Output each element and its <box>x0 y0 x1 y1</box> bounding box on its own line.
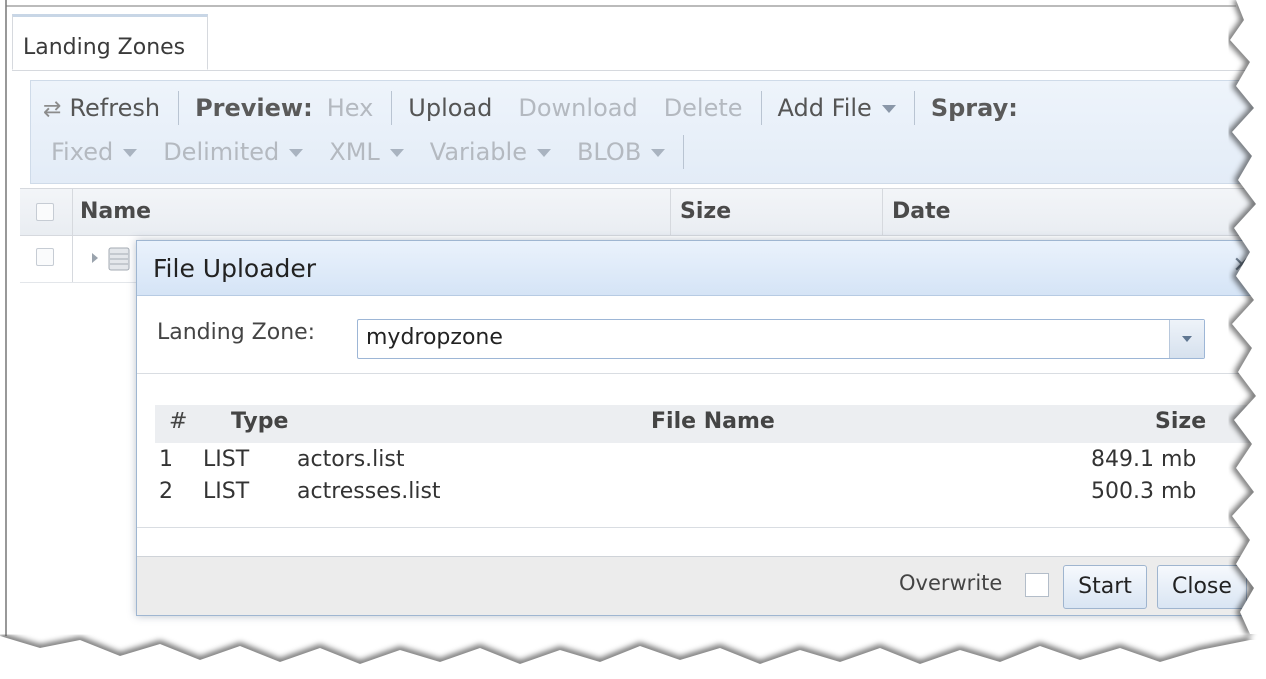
delimited-label: Delimited <box>163 138 280 166</box>
divider <box>137 527 1266 528</box>
column-divider <box>72 236 73 282</box>
row-filename: actresses.list <box>297 479 441 504</box>
toolbar-row-2: Fixed Delimited XML Variable BLOB <box>51 129 700 175</box>
toolbar: ⇄ Refresh Preview: Hex Upload Download De… <box>30 80 1266 184</box>
fixed-label: Fixed <box>51 138 114 166</box>
spray-blob-button[interactable]: BLOB <box>576 138 666 166</box>
dropdown-button[interactable] <box>1169 320 1204 358</box>
spray-fixed-button[interactable]: Fixed <box>51 138 138 166</box>
app-frame: Landing Zones ⇄ Refresh Preview: Hex Uplo… <box>0 0 1266 679</box>
toolbar-separator <box>683 135 685 169</box>
chevron-down-icon <box>389 149 404 157</box>
dialog-title[interactable]: File Uploader <box>137 241 1266 296</box>
chevron-down-icon <box>123 149 138 157</box>
column-divider <box>670 189 671 235</box>
delete-button[interactable]: Delete <box>664 94 743 122</box>
start-button[interactable]: Start <box>1063 565 1147 609</box>
row-checkbox[interactable] <box>36 248 54 266</box>
row-size: 849.1 mb <box>1091 447 1197 472</box>
column-header-name[interactable]: Name <box>80 189 151 235</box>
toolbar-separator <box>391 91 393 125</box>
refresh-button[interactable]: ⇄ Refresh <box>43 94 160 122</box>
row-size: 500.3 mb <box>1091 479 1197 504</box>
hex-button[interactable]: Hex <box>327 94 374 122</box>
table-row[interactable]: 1 LIST actors.list 849.1 mb <box>155 447 1265 477</box>
refresh-label: Refresh <box>69 94 161 122</box>
refresh-icon: ⇄ <box>43 97 62 122</box>
row-type: LIST <box>203 479 250 504</box>
expander-arrow-icon[interactable] <box>92 253 98 263</box>
spray-delimited-button[interactable]: Delimited <box>163 138 304 166</box>
toolbar-row-1: ⇄ Refresh Preview: Hex Upload Download De… <box>43 85 1044 131</box>
variable-label: Variable <box>429 138 527 166</box>
upload-button[interactable]: Upload <box>408 94 492 122</box>
file-table-header: # Type File Name Size <box>155 405 1265 443</box>
spray-variable-button[interactable]: Variable <box>430 138 551 166</box>
landing-zone-value: mydropzone <box>366 325 503 350</box>
column-header-number: # <box>169 409 188 434</box>
preview-label: Preview: <box>195 94 313 122</box>
add-file-button[interactable]: Add File <box>778 94 896 122</box>
dialog-footer: Overwrite Start Close <box>137 556 1266 615</box>
close-icon[interactable]: ✕ <box>1233 253 1251 278</box>
landing-zone-label: Landing Zone: <box>157 320 316 345</box>
file-uploader-dialog: File Uploader ✕ Landing Zone: mydropzone… <box>136 240 1266 616</box>
grid-header: Name Size Date <box>20 188 1266 236</box>
spray-label: Spray: <box>930 94 1018 122</box>
column-header-filename: File Name <box>651 409 775 434</box>
overwrite-label: Overwrite <box>899 571 1003 595</box>
database-icon <box>108 247 130 271</box>
toolbar-separator <box>760 91 762 125</box>
spray-xml-button[interactable]: XML <box>329 138 404 166</box>
column-divider <box>882 189 883 235</box>
column-header-size: Size <box>1155 409 1207 434</box>
chevron-down-icon <box>1182 336 1192 342</box>
column-header-date[interactable]: Date <box>892 189 951 235</box>
close-button[interactable]: Close <box>1157 565 1247 609</box>
row-number: 2 <box>159 479 173 504</box>
chevron-down-icon <box>881 105 896 113</box>
toolbar-separator <box>178 91 180 125</box>
chevron-down-icon <box>289 149 304 157</box>
overwrite-checkbox[interactable] <box>1025 573 1049 597</box>
column-header-type: Type <box>231 409 289 434</box>
chevron-down-icon <box>651 149 666 157</box>
tab-bar: Landing Zones <box>12 14 1266 71</box>
xml-label: XML <box>329 138 380 166</box>
toolbar-separator <box>913 91 915 125</box>
row-type: LIST <box>203 447 250 472</box>
select-all-checkbox[interactable] <box>36 203 54 221</box>
tab-landing-zones[interactable]: Landing Zones <box>12 14 208 70</box>
landing-zone-row: Landing Zone: mydropzone <box>137 297 1266 374</box>
download-button[interactable]: Download <box>518 94 637 122</box>
chevron-down-icon <box>536 149 551 157</box>
blob-label: BLOB <box>576 138 642 166</box>
add-file-label: Add File <box>777 94 872 122</box>
table-row[interactable]: 2 LIST actresses.list 500.3 mb <box>155 479 1265 509</box>
landing-zone-select[interactable]: mydropzone <box>357 319 1205 359</box>
column-divider <box>72 189 73 235</box>
row-number: 1 <box>159 447 173 472</box>
column-header-size[interactable]: Size <box>680 189 731 235</box>
row-filename: actors.list <box>297 447 405 472</box>
